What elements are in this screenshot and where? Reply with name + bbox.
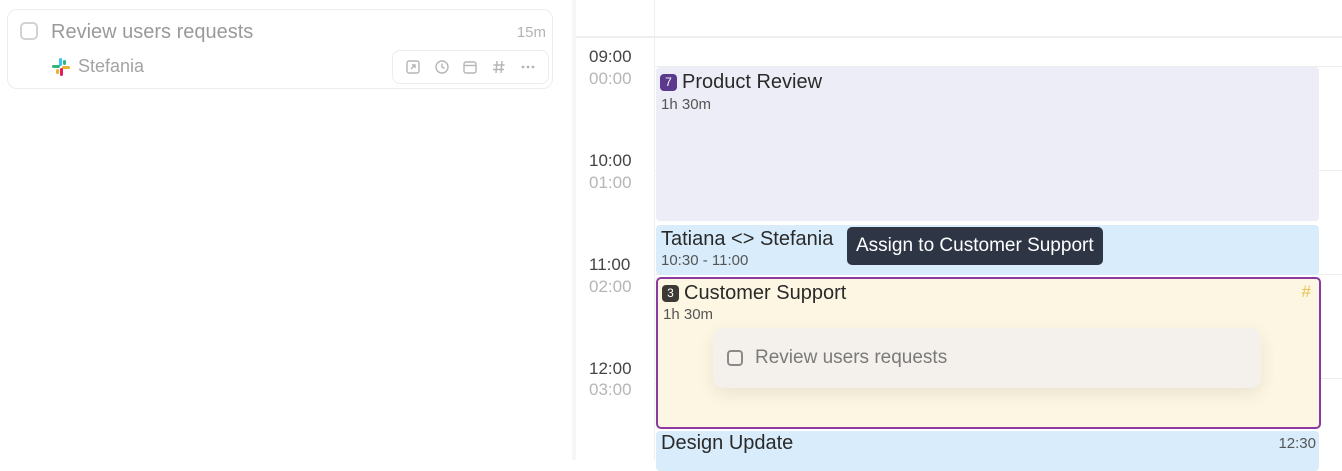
time-label: 10:00 [589,151,632,170]
time-label: 11:00 [589,255,631,274]
task-duration: 15m [516,24,546,41]
task-checkbox[interactable] [727,350,743,366]
time-label: 09:00 [589,47,632,66]
event-title-text: Tatiana <> Stefania [661,228,834,250]
event-title: 7 Product Review [660,71,822,94]
time-label-secondary: 00:00 [589,69,632,88]
event-count-badge: 7 [660,74,677,91]
task-actions-toolbar [392,50,549,84]
event-customer-support[interactable]: 3 Customer Support 1h 30m # Review users … [656,277,1321,429]
hashtag-icon[interactable] [489,57,509,77]
calendar-header [576,0,1342,38]
event-title-text: Design Update [661,432,794,454]
task-checkbox[interactable] [20,22,38,40]
assign-tooltip: Assign to Customer Support [847,227,1103,265]
open-external-icon[interactable] [403,57,423,77]
more-icon[interactable] [518,57,538,77]
event-time-range: 10:30 - 11:00 [661,252,749,269]
event-title-text: Product Review [682,71,823,93]
event-count-badge: 3 [662,285,679,302]
hashtag-icon: # [1301,282,1311,301]
task-title: Review users requests [51,21,254,43]
task-assignee: Stefania [78,56,145,76]
calendar-icon[interactable] [460,57,480,77]
event-title-text: Customer Support [684,282,847,304]
time-label: 12:00 [589,359,632,378]
event-title: 3 Customer Support [662,282,846,305]
time-gutter-divider [654,0,655,460]
event-design-update[interactable]: Design Update 12:30 [656,431,1319,471]
event-product-review[interactable]: 7 Product Review 1h 30m [656,67,1319,221]
time-label-secondary: 02:00 [589,277,632,296]
slack-icon [52,58,70,76]
dragged-task-card[interactable]: Review users requests [713,328,1261,388]
time-label-secondary: 03:00 [589,380,632,399]
time-label-secondary: 01:00 [589,173,632,192]
event-duration: 1h 30m [663,306,714,323]
task-card[interactable]: Review users requests 15m Stefania [7,9,553,89]
dragged-task-title: Review users requests [755,347,948,368]
event-start-time: 12:30 [1278,435,1316,452]
task-list-pane: Review users requests 15m Stefania [0,0,572,460]
event-duration: 1h 30m [661,96,712,113]
clock-icon[interactable] [432,57,452,77]
